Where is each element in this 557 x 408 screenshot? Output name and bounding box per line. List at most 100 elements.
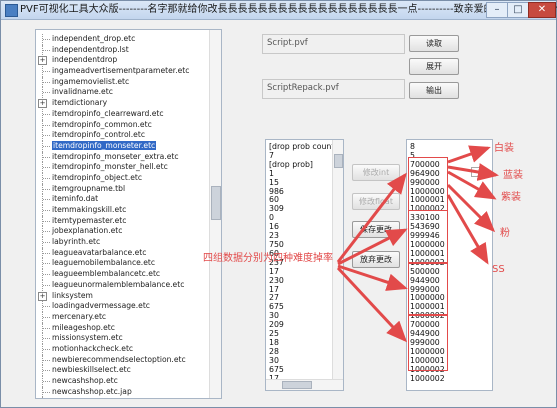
tree-item-label: independentdrop: [52, 55, 118, 65]
tree-item[interactable]: newbieskillselect.etc: [36, 365, 208, 376]
threshold-value-line[interactable]: 8: [410, 142, 445, 152]
abandon-changes-button[interactable]: 放弃更改: [352, 251, 400, 268]
group-box-2: [408, 210, 448, 264]
tree-item[interactable]: independent_drop.etc: [36, 34, 208, 45]
prob-value-line[interactable]: 0: [269, 213, 337, 223]
tree-branch: [43, 210, 50, 211]
tree-item[interactable]: leagueunormalemblembalance.etc: [36, 279, 208, 291]
prob-hscroll-thumb[interactable]: [282, 381, 312, 389]
maximize-icon[interactable]: □: [507, 2, 529, 18]
tree-branch: [43, 391, 50, 393]
tree-item[interactable]: leagueavatarbalance.etc: [36, 247, 208, 259]
tree-item[interactable]: + linksystem: [36, 291, 208, 302]
panel-checkbox[interactable]: [471, 167, 482, 177]
tree-item[interactable]: motionhackcheck.etc: [36, 343, 208, 355]
tree-item-label: itemgroupname.tbl: [52, 183, 126, 193]
expand-button[interactable]: 展开: [409, 58, 459, 75]
tree-item-label: iteminfo.dat: [52, 194, 99, 204]
tree-item[interactable]: itemdropinfo_control.etc: [36, 130, 208, 141]
save-changes-button[interactable]: 保存更改: [352, 221, 400, 238]
read-button[interactable]: 读取: [409, 35, 459, 52]
prob-value-line[interactable]: 1: [269, 169, 337, 179]
tree-branch: [43, 338, 50, 340]
app-icon: [5, 4, 18, 17]
prob-value-line[interactable]: 675: [269, 302, 337, 312]
tree-item[interactable]: leagueemblembalancetc.etc: [36, 269, 208, 280]
tree-item-label: itemdropinfo_monseter_extra.etc: [52, 151, 179, 161]
repack-path-field[interactable]: ScriptRepack.pvf: [262, 79, 405, 99]
expand-plus-icon[interactable]: +: [38, 99, 47, 109]
tree-item[interactable]: itemdropinfo_common.etc: [36, 119, 208, 131]
tree-item[interactable]: loadingadvermessage.etc: [36, 301, 208, 312]
threshold-value-line[interactable]: 1000002: [410, 374, 445, 384]
close-icon[interactable]: ✕: [528, 2, 556, 18]
tree-item[interactable]: invalidname.etc: [36, 87, 208, 99]
prob-values-scrollbar[interactable]: [332, 140, 343, 380]
tree-branch: [43, 199, 50, 201]
edit-int-button[interactable]: 修改int: [352, 164, 400, 181]
prob-value-line[interactable]: 986: [269, 187, 337, 197]
tree-item[interactable]: newcashshop.etc.kor: [36, 397, 208, 398]
prob-value-line[interactable]: 25: [269, 329, 337, 339]
prob-value-line[interactable]: 28: [269, 347, 337, 357]
tree-branch: [43, 49, 50, 51]
prob-value-line[interactable]: [drop prob count]: [269, 142, 337, 152]
tree-item[interactable]: mercenary.etc: [36, 311, 208, 323]
tree-item[interactable]: labyrinth.etc: [36, 237, 208, 248]
tree-item-label: itemmakingskill.etc: [52, 205, 127, 214]
prob-value-line[interactable]: 18: [269, 338, 337, 348]
prob-scroll-thumb[interactable]: [334, 154, 343, 168]
tree-item[interactable]: ingameadvertisementparameter.etc: [36, 66, 208, 77]
tree-item[interactable]: newbierecommendselectoption.etc: [36, 354, 208, 366]
tree-item[interactable]: itemtypemaster.etc: [36, 215, 208, 227]
tree-item[interactable]: itemmakingskill.etc: [36, 205, 208, 216]
prob-values-panel[interactable]: [drop prob count] 7 [drop prob] 1 15 986 60 309…: [265, 139, 344, 391]
tree-item[interactable]: itemdropinfo_monseter.etc: [36, 140, 208, 152]
prob-value-line[interactable]: 309: [269, 204, 337, 214]
tree-item[interactable]: newcashshop.etc: [36, 376, 208, 387]
tree-item-label: jobexplanation.etc: [52, 226, 123, 236]
prob-value-line[interactable]: [drop prob]: [269, 160, 337, 170]
tree-item-label: itemdropinfo_common.etc: [52, 119, 152, 129]
tree-item[interactable]: mileageshop.etc: [36, 322, 208, 334]
tree-item[interactable]: jobexplanation.etc: [36, 226, 208, 238]
tree-branch: [43, 284, 50, 286]
output-button[interactable]: 输出: [409, 82, 459, 99]
expand-plus-icon[interactable]: +: [38, 56, 47, 66]
tree-item[interactable]: itemdropinfo_monseter_extra.etc: [36, 151, 208, 163]
tree-item[interactable]: leaguemobilembalance.etc: [36, 258, 208, 270]
tree-branch: [43, 167, 50, 169]
file-tree[interactable]: independent_drop.etc independentdrop.lst +…: [35, 29, 222, 399]
expand-plus-icon[interactable]: +: [38, 291, 47, 301]
tree-item[interactable]: + itemdictionary: [36, 98, 208, 109]
prob-values-hscrollbar[interactable]: [266, 379, 343, 390]
tree-item[interactable]: itemdropinfo_object.etc: [36, 172, 208, 184]
prob-value-line[interactable]: 750: [269, 240, 337, 250]
tree-branch: [43, 306, 50, 308]
annotation-ss: SS: [492, 264, 505, 275]
minimize-icon[interactable]: –: [486, 2, 508, 18]
tree-item[interactable]: independentdrop.lst: [36, 44, 208, 56]
tree-item[interactable]: iteminfo.dat: [36, 194, 208, 205]
tree-item[interactable]: itemdropinfo_monster_hell.etc: [36, 162, 208, 173]
tree-item-label: mileageshop.etc: [52, 322, 115, 332]
tree-item-label: itemdropinfo_monster_hell.etc: [52, 162, 168, 172]
prob-value-line[interactable]: 16: [269, 222, 337, 232]
tree-item[interactable]: newcashshop.etc.jap: [36, 386, 208, 398]
tree-item-label: motionhackcheck.etc: [52, 343, 134, 353]
tree-item[interactable]: ingamemovielist.etc: [36, 76, 208, 88]
tree-item-label: itemdropinfo_object.etc: [52, 172, 143, 182]
prob-value-line[interactable]: 675: [269, 365, 337, 375]
tree-scroll-thumb[interactable]: [211, 186, 221, 220]
tree-item[interactable]: + independentdrop: [36, 55, 208, 66]
tree-item-label: newcashshop.etc.jap: [52, 386, 132, 396]
pvf-path-field[interactable]: Script.pvf: [262, 34, 405, 54]
tree-item[interactable]: missionsystem.etc: [36, 333, 208, 344]
prob-value-line[interactable]: 209: [269, 320, 337, 330]
prob-value-line[interactable]: 17: [269, 285, 337, 295]
edit-float-button[interactable]: 修改float: [352, 193, 400, 210]
tree-item[interactable]: itemdropinfo_clearreward.etc: [36, 108, 208, 120]
tree-scrollbar[interactable]: [209, 30, 221, 398]
prob-value-line[interactable]: 230: [269, 276, 337, 286]
tree-item[interactable]: itemgroupname.tbl: [36, 183, 208, 195]
